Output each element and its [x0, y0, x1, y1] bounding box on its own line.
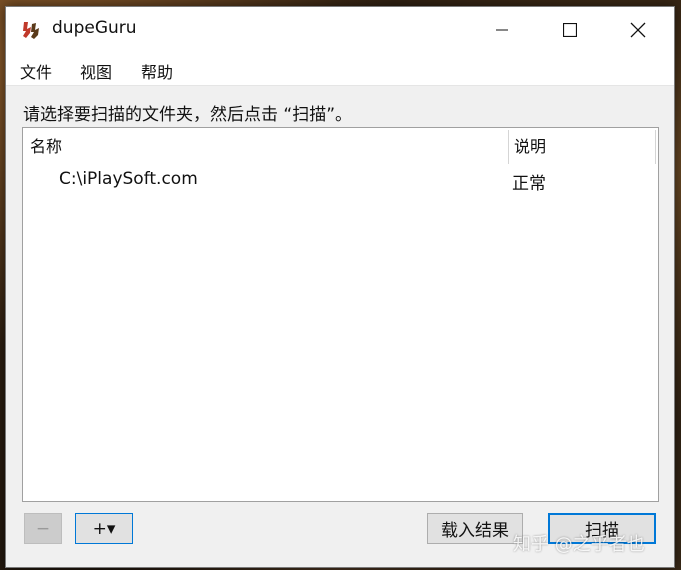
- close-button[interactable]: [604, 7, 672, 53]
- column-divider[interactable]: [508, 130, 509, 164]
- maximize-button[interactable]: [536, 7, 604, 53]
- app-window: dupeGuru 文件 视图 帮助 请选择要扫描的文件夹，然后点击 “扫描”。 …: [5, 6, 675, 568]
- load-results-button[interactable]: 载入结果: [427, 513, 523, 544]
- column-header-name[interactable]: 名称: [30, 128, 62, 164]
- column-divider[interactable]: [655, 130, 656, 164]
- minimize-button[interactable]: [468, 7, 536, 53]
- watermark: 知乎 @之乎者也: [513, 534, 645, 555]
- column-header-state[interactable]: 说明: [514, 128, 546, 164]
- close-icon: [630, 22, 646, 38]
- remove-folder-button[interactable]: −: [24, 513, 62, 544]
- maximize-icon: [563, 23, 577, 37]
- menu-bar: 文件 视图 帮助: [6, 53, 674, 86]
- menu-file[interactable]: 文件: [20, 59, 52, 83]
- instruction-text: 请选择要扫描的文件夹，然后点击 “扫描”。: [23, 105, 353, 125]
- row-folder-path: C:\iPlaySoft.com: [59, 169, 198, 189]
- menu-help[interactable]: 帮助: [141, 59, 173, 83]
- window-title: dupeGuru: [52, 18, 137, 38]
- menu-view[interactable]: 视图: [80, 59, 112, 83]
- dupeguru-app-icon: [23, 22, 39, 39]
- folder-list[interactable]: 名称 说明 C:\iPlaySoft.com 正常: [22, 127, 659, 502]
- minimize-icon: [496, 29, 508, 31]
- title-bar[interactable]: dupeGuru: [6, 7, 674, 53]
- row-folder-state[interactable]: 正常: [512, 169, 546, 194]
- add-folder-button[interactable]: +▾: [75, 513, 133, 544]
